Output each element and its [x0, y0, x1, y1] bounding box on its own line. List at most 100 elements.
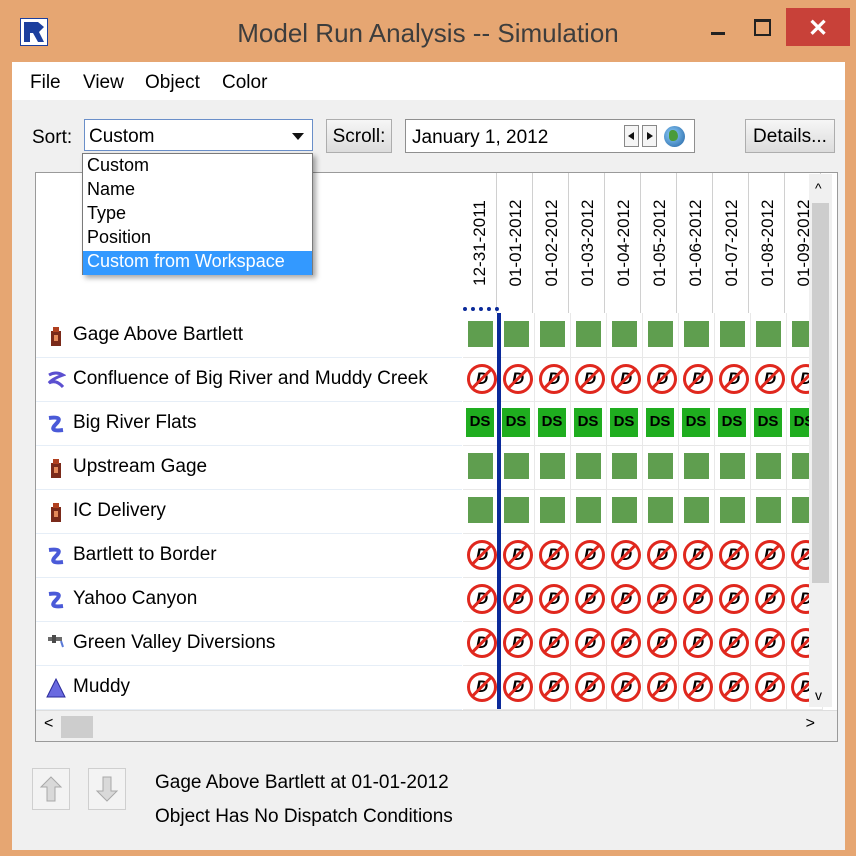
object-row[interactable]: Upstream Gage — [36, 445, 462, 490]
scroll-date-field[interactable]: January 1, 2012 — [405, 119, 695, 153]
chevron-down-icon[interactable] — [292, 133, 304, 140]
object-row[interactable]: Yahoo Canyon — [36, 577, 462, 622]
analysis-cell[interactable]: D — [463, 621, 499, 666]
sort-option-position[interactable]: Position — [83, 227, 312, 251]
sort-option-custom[interactable]: Custom — [83, 155, 312, 179]
menu-file[interactable]: File — [30, 72, 61, 94]
analysis-cell[interactable]: DS — [463, 401, 499, 446]
analysis-cell[interactable]: DS — [499, 401, 535, 446]
scroll-up-icon[interactable]: ^ — [815, 180, 822, 196]
scroll-right-icon[interactable]: > — [806, 715, 815, 733]
analysis-cell[interactable]: D — [643, 665, 679, 710]
analysis-cell[interactable]: D — [571, 357, 607, 402]
analysis-cell[interactable] — [643, 489, 679, 534]
analysis-cell[interactable]: DS — [751, 401, 787, 446]
analysis-cell[interactable]: DS — [571, 401, 607, 446]
analysis-cell[interactable]: DS — [679, 401, 715, 446]
move-down-button[interactable] — [88, 768, 126, 810]
close-button[interactable]: ✕ — [786, 8, 850, 46]
analysis-cell[interactable]: D — [643, 533, 679, 578]
analysis-cell[interactable]: D — [751, 665, 787, 710]
date-column-header[interactable]: 01-05-2012 — [643, 173, 677, 313]
analysis-cell[interactable]: D — [751, 357, 787, 402]
analysis-cell[interactable] — [499, 489, 535, 534]
scroll-down-icon[interactable]: v — [815, 687, 822, 703]
analysis-cell[interactable]: D — [499, 577, 535, 622]
analysis-cell[interactable] — [463, 445, 499, 490]
analysis-cell[interactable] — [679, 489, 715, 534]
scroll-left-icon[interactable]: < — [44, 715, 53, 733]
analysis-cell[interactable]: D — [535, 577, 571, 622]
analysis-cell[interactable]: D — [499, 665, 535, 710]
analysis-cell[interactable]: D — [751, 533, 787, 578]
analysis-cell[interactable]: D — [643, 357, 679, 402]
analysis-cell[interactable]: D — [535, 357, 571, 402]
analysis-cell[interactable] — [751, 489, 787, 534]
analysis-cell[interactable]: D — [679, 665, 715, 710]
analysis-cell[interactable]: D — [679, 621, 715, 666]
move-up-button[interactable] — [32, 768, 70, 810]
analysis-cell[interactable]: D — [607, 533, 643, 578]
analysis-cell[interactable] — [607, 313, 643, 358]
date-column-header[interactable]: 01-06-2012 — [679, 173, 713, 313]
analysis-cell[interactable]: D — [607, 621, 643, 666]
horizontal-scroll-thumb[interactable] — [61, 716, 93, 738]
analysis-cell[interactable]: D — [499, 533, 535, 578]
date-column-header[interactable]: 01-07-2012 — [715, 173, 749, 313]
analysis-cell[interactable] — [463, 489, 499, 534]
analysis-cell[interactable] — [535, 445, 571, 490]
sort-option-type[interactable]: Type — [83, 203, 312, 227]
maximize-button[interactable] — [742, 8, 782, 46]
analysis-cell[interactable]: D — [715, 621, 751, 666]
analysis-cell[interactable] — [535, 313, 571, 358]
analysis-cell[interactable] — [679, 445, 715, 490]
analysis-cell[interactable]: D — [607, 665, 643, 710]
analysis-cell[interactable] — [751, 313, 787, 358]
object-row[interactable]: Bartlett to Border — [36, 533, 462, 578]
previous-date-button[interactable] — [624, 125, 639, 147]
analysis-cell[interactable]: D — [715, 577, 751, 622]
date-column-header[interactable]: 01-04-2012 — [607, 173, 641, 313]
analysis-cell[interactable]: D — [715, 357, 751, 402]
date-column-header[interactable]: 01-03-2012 — [571, 173, 605, 313]
object-row[interactable]: Muddy — [36, 665, 462, 710]
analysis-cell[interactable] — [643, 313, 679, 358]
analysis-cell[interactable] — [571, 489, 607, 534]
sort-option-custom-from-workspace[interactable]: Custom from Workspace — [83, 251, 312, 275]
analysis-cell[interactable] — [679, 313, 715, 358]
scroll-button[interactable]: Scroll: — [326, 119, 392, 153]
analysis-cell[interactable]: D — [463, 357, 499, 402]
analysis-cell[interactable]: D — [571, 577, 607, 622]
analysis-cell[interactable]: D — [715, 533, 751, 578]
object-row[interactable]: Gage Above Bartlett — [36, 313, 462, 358]
analysis-cell[interactable] — [715, 489, 751, 534]
date-column-header[interactable]: 12-31-2011 — [463, 173, 497, 313]
analysis-cell[interactable] — [499, 313, 535, 358]
details-button[interactable]: Details... — [745, 119, 835, 153]
horizontal-scrollbar[interactable]: < > — [36, 710, 837, 741]
sort-select[interactable]: Custom — [84, 119, 313, 151]
analysis-cell[interactable]: D — [643, 577, 679, 622]
analysis-cell[interactable] — [499, 445, 535, 490]
menu-color[interactable]: Color — [222, 72, 267, 94]
analysis-cell[interactable] — [535, 489, 571, 534]
analysis-cell[interactable] — [715, 445, 751, 490]
analysis-cell[interactable]: D — [571, 665, 607, 710]
analysis-cell[interactable] — [571, 313, 607, 358]
analysis-cell[interactable]: D — [679, 577, 715, 622]
analysis-cell[interactable]: D — [535, 533, 571, 578]
date-column-header[interactable]: 01-02-2012 — [535, 173, 569, 313]
analysis-cell[interactable]: DS — [535, 401, 571, 446]
menu-view[interactable]: View — [83, 72, 124, 94]
analysis-cell[interactable] — [751, 445, 787, 490]
analysis-cell[interactable] — [571, 445, 607, 490]
analysis-cell[interactable]: D — [535, 665, 571, 710]
analysis-cell[interactable]: D — [751, 577, 787, 622]
object-row[interactable]: Green Valley Diversions — [36, 621, 462, 666]
analysis-cell[interactable]: DS — [643, 401, 679, 446]
analysis-cell[interactable]: D — [463, 533, 499, 578]
analysis-cell[interactable]: DS — [607, 401, 643, 446]
analysis-cell[interactable]: D — [463, 577, 499, 622]
sort-option-name[interactable]: Name — [83, 179, 312, 203]
analysis-cell[interactable]: D — [499, 357, 535, 402]
